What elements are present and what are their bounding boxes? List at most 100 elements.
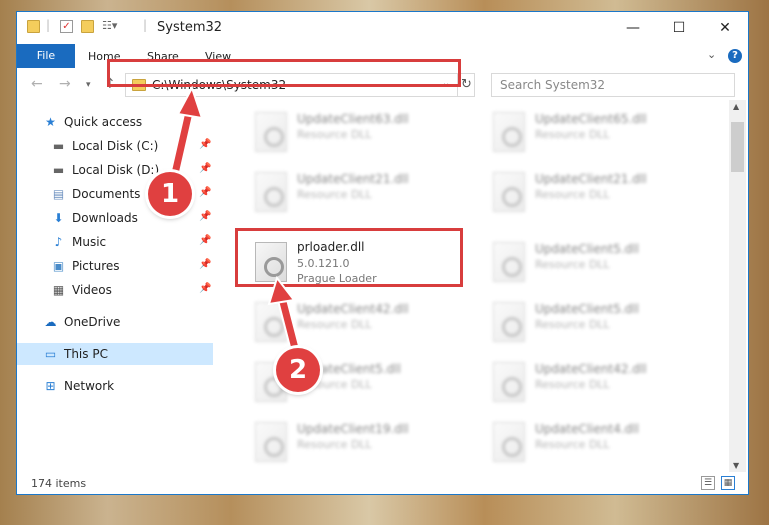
sidebar-item-network[interactable]: ⊞ Network [17, 375, 213, 397]
sidebar-item-label: This PC [64, 347, 108, 361]
dll-file-icon [493, 172, 525, 212]
sidebar-item-label: Downloads [72, 211, 138, 225]
address-bar-highlight [107, 59, 461, 87]
large-icons-view-icon[interactable]: ▦ [721, 476, 735, 490]
file-name: UpdateClient63.dll [297, 112, 409, 126]
list-item[interactable]: UpdateClient63.dll Resource DLL [247, 106, 477, 158]
customize-toolbar-icon[interactable]: ☷▾ [102, 19, 117, 32]
help-icon[interactable]: ? [728, 49, 742, 63]
new-folder-icon[interactable] [81, 20, 94, 33]
maximize-button[interactable]: ☐ [656, 12, 702, 44]
sidebar-item-label: Network [64, 379, 115, 393]
sidebar-item-videos[interactable]: ▦ Videos 📌 [17, 279, 213, 301]
dll-file-icon [493, 242, 525, 282]
drive-icon: ▬ [52, 163, 65, 177]
folder-icon [27, 20, 40, 33]
dll-file-icon [255, 302, 287, 342]
file-name: UpdateClient5.dll [535, 242, 639, 256]
sidebar-item-music[interactable]: ♪ Music 📌 [17, 231, 213, 253]
file-name: UpdateClient5.dll [535, 302, 639, 316]
window-title: System32 [157, 20, 223, 35]
list-item[interactable]: UpdateClient5.dll Resource DLL [485, 296, 715, 348]
pin-icon[interactable]: 📌 [199, 211, 211, 222]
sidebar-item-label: Pictures [72, 259, 120, 273]
pin-icon[interactable]: 📌 [199, 163, 211, 174]
list-item[interactable]: UpdateClient5.dll Resource DLL [485, 236, 715, 288]
list-item[interactable]: UpdateClient4.dll Resource DLL [485, 416, 715, 468]
back-icon[interactable]: ← [31, 76, 43, 92]
properties-icon[interactable]: ✓ [60, 20, 73, 33]
recent-locations-icon[interactable]: ▾ [86, 80, 91, 90]
list-item[interactable]: UpdateClient21.dll Resource DLL [247, 166, 477, 218]
tab-file[interactable]: File [17, 44, 75, 68]
dll-file-icon [255, 112, 287, 152]
file-description: Resource DLL [297, 188, 372, 201]
details-view-icon[interactable]: ☰ [701, 476, 715, 490]
list-item[interactable]: UpdateClient42.dll Resource DLL [247, 296, 477, 348]
downloads-icon: ⬇ [53, 211, 64, 225]
sidebar-item-local-disk-c[interactable]: ▬ Local Disk (C:) 📌 [17, 135, 213, 157]
separator: | [143, 18, 148, 32]
videos-icon: ▦ [52, 283, 65, 297]
file-description: Resource DLL [535, 188, 610, 201]
search-input[interactable] [491, 73, 735, 97]
pictures-icon: ▣ [52, 259, 65, 273]
scroll-down-icon[interactable]: ▼ [733, 461, 739, 470]
pin-icon[interactable]: 📌 [199, 283, 211, 294]
pin-icon[interactable]: 📌 [199, 187, 211, 198]
file-description: Resource DLL [297, 128, 372, 141]
sidebar-item-onedrive[interactable]: ☁ OneDrive [17, 311, 213, 333]
scroll-up-icon[interactable]: ▲ [733, 102, 739, 111]
dll-file-icon [493, 112, 525, 152]
file-name: UpdateClient4.dll [535, 422, 639, 436]
list-item[interactable]: UpdateClient19.dll Resource DLL [247, 416, 477, 468]
pin-icon[interactable]: 📌 [199, 235, 211, 246]
file-name: UpdateClient19.dll [297, 422, 409, 436]
item-count: 174 items [31, 477, 87, 490]
drive-icon: ▬ [52, 139, 65, 153]
sidebar-item-quick-access[interactable]: ★ Quick access [17, 111, 213, 133]
close-button[interactable]: ✕ [702, 12, 748, 44]
sidebar-item-label: Documents [72, 187, 141, 201]
star-icon: ★ [45, 115, 56, 129]
list-item[interactable]: UpdateClient42.dll Resource DLL [485, 356, 715, 408]
list-item[interactable]: UpdateClient65.dll Resource DLL [485, 106, 715, 158]
file-name: UpdateClient65.dll [535, 112, 647, 126]
dll-file-icon [255, 172, 287, 212]
file-description: Resource DLL [535, 438, 610, 451]
file-highlight [235, 228, 463, 287]
sidebar-item-label: Local Disk (D:) [72, 163, 160, 177]
network-icon: ⊞ [45, 379, 56, 393]
navigation-pane: ★ Quick access ▬ Local Disk (C:) 📌 ▬ Loc… [17, 100, 213, 472]
minimize-button[interactable]: — [610, 12, 656, 44]
status-bar: 174 items ☰ ▦ [17, 473, 748, 494]
vertical-scrollbar[interactable]: ▲ ▼ [729, 100, 746, 472]
sidebar-item-this-pc[interactable]: ▭ This PC [17, 343, 213, 365]
sidebar-item-label: Music [72, 235, 107, 249]
file-description: Resource DLL [535, 128, 610, 141]
sidebar-item-label: Quick access [64, 115, 143, 129]
dll-file-icon [255, 422, 287, 462]
title-bar: | ✓ ☷▾ | System32 — ☐ ✕ [17, 12, 748, 44]
pin-icon[interactable]: 📌 [199, 259, 211, 270]
file-description: Resource DLL [535, 258, 610, 271]
pin-icon[interactable]: 📌 [199, 139, 211, 150]
computer-icon: ▭ [44, 347, 57, 361]
file-name: UpdateClient42.dll [297, 302, 409, 316]
file-description: Resource DLL [535, 318, 610, 331]
chevron-down-icon[interactable]: ⌄ [707, 48, 716, 61]
music-icon: ♪ [54, 235, 63, 249]
step-2-callout: 2 [276, 348, 320, 392]
sidebar-item-label: OneDrive [64, 315, 121, 329]
sidebar-item-label: Local Disk (C:) [72, 139, 159, 153]
sidebar-item-label: Videos [72, 283, 112, 297]
dll-file-icon [493, 362, 525, 402]
forward-icon[interactable]: → [59, 76, 71, 92]
sidebar-item-pictures[interactable]: ▣ Pictures 📌 [17, 255, 213, 277]
list-item[interactable]: UpdateClient21.dll Resource DLL [485, 166, 715, 218]
scrollbar-thumb[interactable] [731, 122, 744, 172]
cloud-icon: ☁ [44, 315, 57, 329]
file-description: Resource DLL [297, 438, 372, 451]
documents-icon: ▤ [52, 187, 65, 201]
dll-file-icon [493, 302, 525, 342]
